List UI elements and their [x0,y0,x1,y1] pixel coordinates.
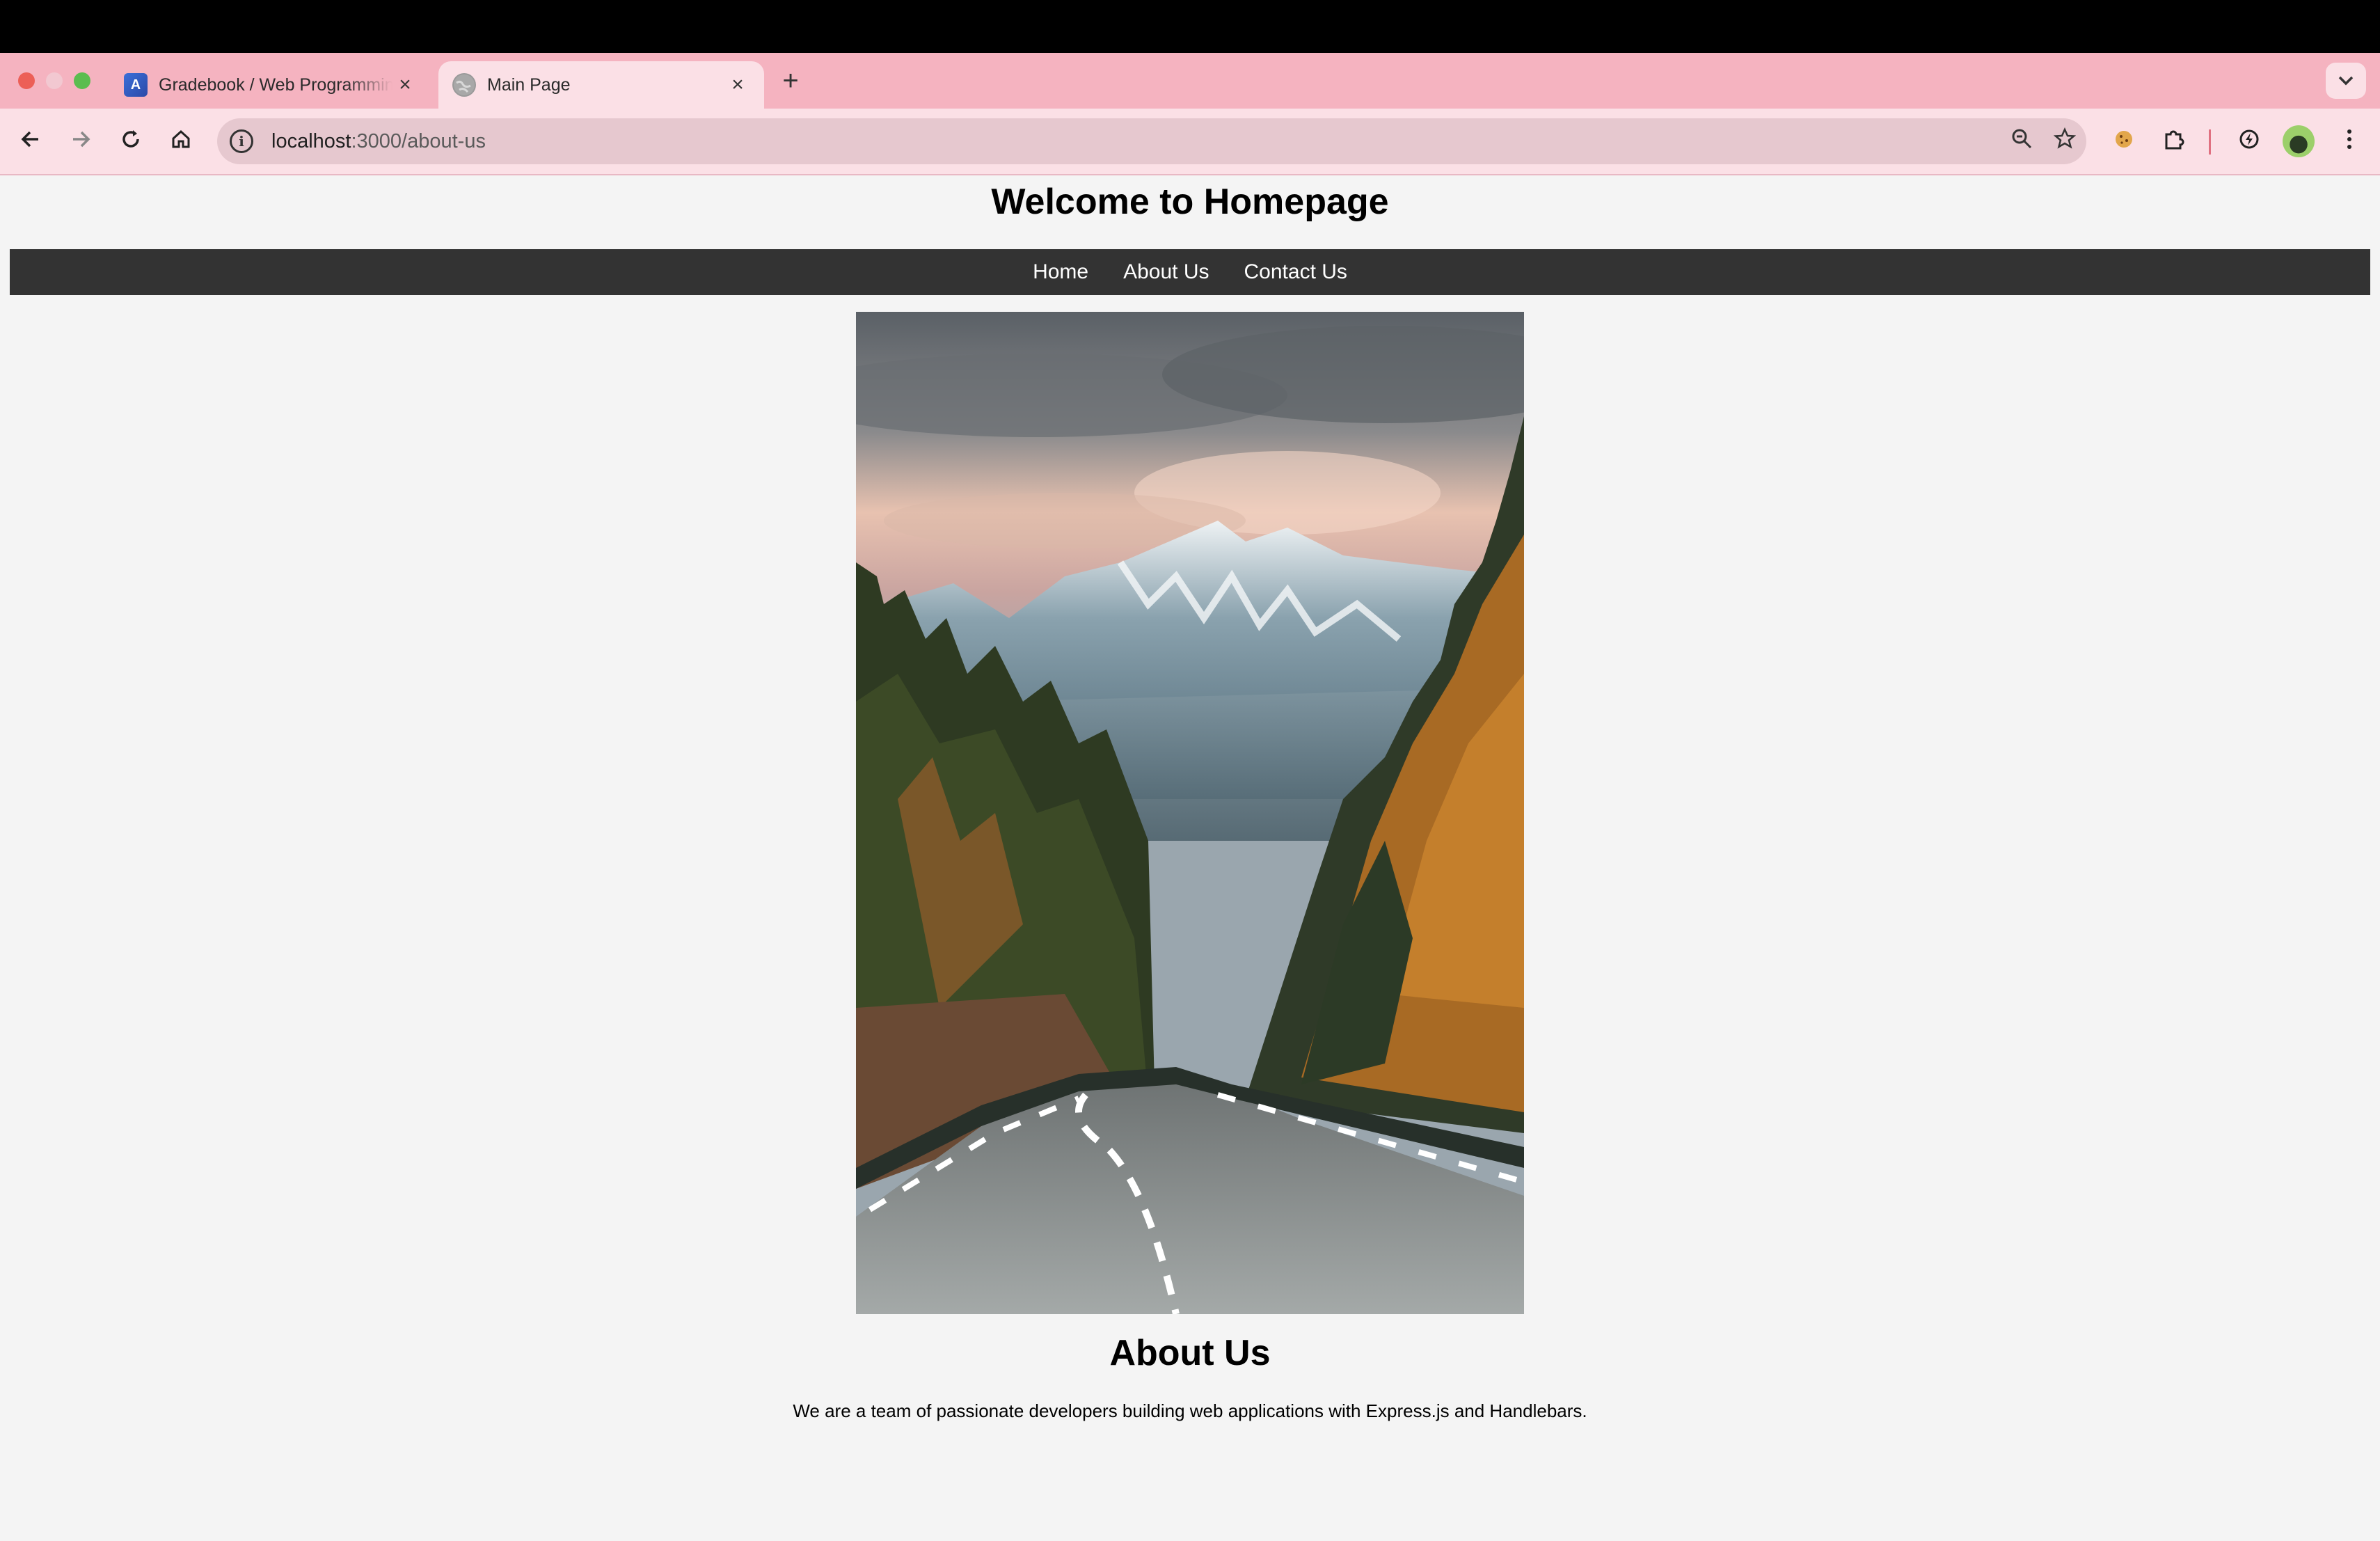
bookmark-star-icon[interactable] [2043,127,2086,155]
window-minimize-button[interactable] [46,72,63,89]
forward-button[interactable] [63,124,99,160]
puzzle-icon [2162,127,2186,157]
new-tab-button[interactable]: + [772,65,809,97]
home-button[interactable] [163,124,199,160]
profile-avatar[interactable] [2283,125,2315,157]
nav-link-contact-us[interactable]: Contact Us [1244,260,1347,284]
globe-favicon-icon [452,73,476,97]
cookie-extension-button[interactable] [2106,124,2142,160]
arrow-left-icon [19,127,42,157]
lightning-icon [2237,127,2261,157]
browser-menu-button[interactable] [2331,124,2367,160]
kebab-menu-icon [2345,127,2354,157]
gradebook-favicon-icon: A [124,73,148,97]
home-icon [169,127,193,157]
url-text[interactable]: localhost:3000/about-us [271,130,2000,153]
cookie-icon [2113,127,2135,157]
site-info-icon[interactable]: i [230,129,253,153]
window-close-button[interactable] [18,72,35,89]
window-zoom-button[interactable] [74,72,90,89]
tab-gradebook[interactable]: A Gradebook / Web Programmin × [110,61,431,109]
site-title: Welcome to Homepage [991,182,1389,222]
chevron-down-icon [2338,71,2354,90]
arrow-right-icon [69,127,93,157]
back-button[interactable] [13,124,49,160]
hero-image [856,312,1524,1314]
close-tab-icon[interactable]: × [725,73,750,97]
nav-link-about-us[interactable]: About Us [1123,260,1209,284]
reload-button[interactable] [113,124,149,160]
page-content: Welcome to Homepage Home About Us Contac… [0,175,2380,1541]
extensions-button[interactable] [2156,124,2192,160]
browser-toolbar: i localhost:3000/about-us [0,109,2380,175]
reload-icon [119,127,143,157]
close-tab-icon[interactable]: × [392,73,418,97]
tab-title: Gradebook / Web Programmin [159,74,392,95]
tab-search-button[interactable] [2326,63,2366,99]
address-bar[interactable]: i localhost:3000/about-us [217,118,2086,164]
tab-main-page[interactable]: Main Page × [438,61,764,109]
performance-button[interactable] [2231,124,2267,160]
about-title: About Us [1109,1333,1271,1373]
tab-strip: A Gradebook / Web Programmin × Main Page… [0,53,2380,109]
tab-title: Main Page [487,74,571,95]
nav-link-home[interactable]: Home [1033,260,1088,284]
toolbar-divider [2209,129,2211,155]
about-description: We are a team of passionate developers b… [793,1400,1587,1421]
main-navbar: Home About Us Contact Us [10,249,2370,295]
zoom-icon[interactable] [2000,127,2043,155]
